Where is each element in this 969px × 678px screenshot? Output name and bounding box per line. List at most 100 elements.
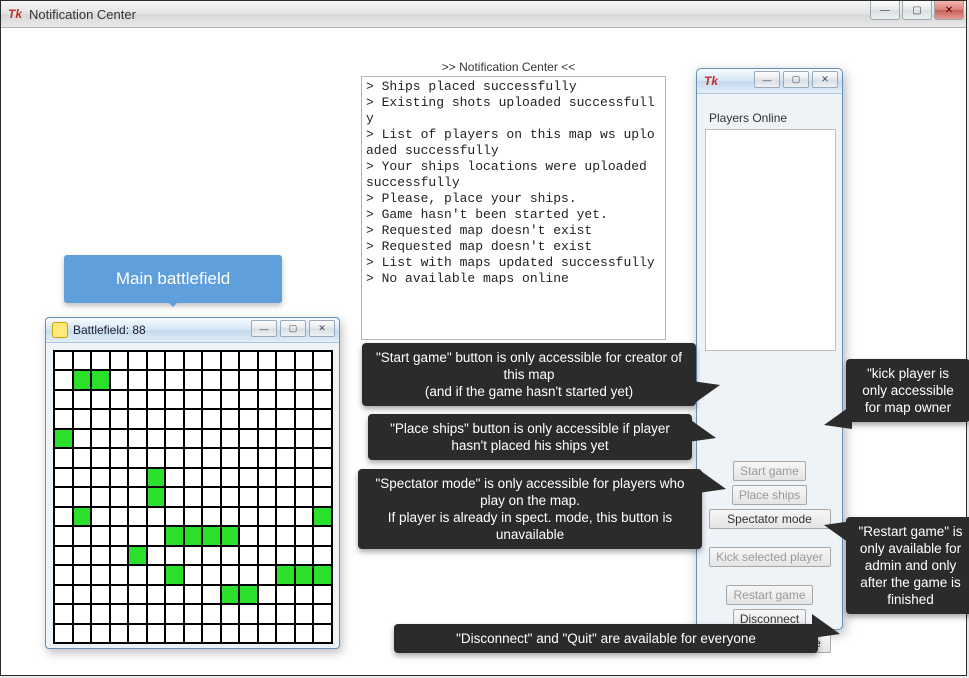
grid-cell[interactable]	[91, 507, 110, 526]
grid-cell[interactable]	[295, 370, 314, 389]
grid-cell[interactable]	[202, 585, 221, 604]
grid-cell[interactable]	[202, 487, 221, 506]
grid-cell[interactable]	[239, 487, 258, 506]
grid-cell[interactable]	[239, 546, 258, 565]
grid-cell[interactable]	[239, 370, 258, 389]
grid-cell[interactable]	[110, 585, 129, 604]
grid-cell[interactable]	[313, 390, 332, 409]
grid-cell[interactable]	[221, 390, 240, 409]
grid-cell[interactable]	[147, 390, 166, 409]
grid-cell[interactable]	[54, 507, 73, 526]
grid-cell[interactable]	[110, 604, 129, 623]
grid-cell[interactable]	[276, 351, 295, 370]
grid-cell[interactable]	[91, 565, 110, 584]
grid-cell[interactable]	[295, 448, 314, 467]
grid-cell[interactable]	[110, 351, 129, 370]
grid-cell[interactable]	[295, 351, 314, 370]
grid-cell[interactable]	[221, 448, 240, 467]
grid-cell[interactable]	[276, 409, 295, 428]
grid-cell[interactable]	[184, 351, 203, 370]
grid-cell[interactable]	[313, 526, 332, 545]
grid-cell[interactable]	[239, 507, 258, 526]
restart-game-button[interactable]: Restart game	[726, 585, 812, 605]
grid-cell[interactable]	[221, 526, 240, 545]
grid-cell[interactable]	[295, 604, 314, 623]
grid-cell[interactable]	[147, 624, 166, 643]
grid-cell[interactable]	[147, 565, 166, 584]
grid-cell[interactable]	[73, 448, 92, 467]
grid-cell[interactable]	[128, 390, 147, 409]
grid-cell[interactable]	[73, 351, 92, 370]
grid-cell[interactable]	[165, 448, 184, 467]
grid-cell[interactable]	[110, 546, 129, 565]
grid-cell[interactable]	[147, 526, 166, 545]
grid-cell[interactable]	[295, 507, 314, 526]
grid-cell[interactable]	[147, 468, 166, 487]
grid-cell[interactable]	[258, 409, 277, 428]
grid-cell[interactable]	[295, 468, 314, 487]
grid-cell[interactable]	[239, 468, 258, 487]
grid-cell[interactable]	[295, 390, 314, 409]
grid-cell[interactable]	[258, 507, 277, 526]
grid-cell[interactable]	[184, 370, 203, 389]
grid-cell[interactable]	[258, 546, 277, 565]
grid-cell[interactable]	[184, 487, 203, 506]
grid-cell[interactable]	[73, 546, 92, 565]
grid-cell[interactable]	[221, 487, 240, 506]
grid-cell[interactable]	[295, 526, 314, 545]
grid-cell[interactable]	[258, 390, 277, 409]
grid-cell[interactable]	[54, 448, 73, 467]
grid-cell[interactable]	[91, 390, 110, 409]
grid-cell[interactable]	[110, 487, 129, 506]
grid-cell[interactable]	[258, 526, 277, 545]
grid-cell[interactable]	[221, 585, 240, 604]
grid-cell[interactable]	[147, 351, 166, 370]
grid-cell[interactable]	[221, 507, 240, 526]
grid-cell[interactable]	[313, 624, 332, 643]
grid-cell[interactable]	[239, 390, 258, 409]
players-titlebar[interactable]: Tk — ▢ ✕	[697, 69, 842, 94]
grid-cell[interactable]	[147, 429, 166, 448]
grid-cell[interactable]	[313, 487, 332, 506]
grid-cell[interactable]	[54, 370, 73, 389]
grid-cell[interactable]	[202, 526, 221, 545]
grid-cell[interactable]	[202, 468, 221, 487]
grid-cell[interactable]	[276, 429, 295, 448]
grid-cell[interactable]	[202, 390, 221, 409]
grid-cell[interactable]	[184, 565, 203, 584]
grid-cell[interactable]	[221, 409, 240, 428]
grid-cell[interactable]	[202, 409, 221, 428]
grid-cell[interactable]	[221, 546, 240, 565]
grid-cell[interactable]	[221, 370, 240, 389]
grid-cell[interactable]	[54, 409, 73, 428]
grid-cell[interactable]	[165, 468, 184, 487]
grid-cell[interactable]	[91, 487, 110, 506]
grid-cell[interactable]	[128, 409, 147, 428]
grid-cell[interactable]	[91, 429, 110, 448]
battlefield-titlebar[interactable]: Battlefield: 88 — ▢ ✕	[46, 318, 339, 343]
grid-cell[interactable]	[276, 448, 295, 467]
grid-cell[interactable]	[54, 546, 73, 565]
grid-cell[interactable]	[91, 624, 110, 643]
players-maximize-button[interactable]: ▢	[783, 71, 809, 88]
grid-cell[interactable]	[54, 624, 73, 643]
grid-cell[interactable]	[128, 351, 147, 370]
grid-cell[interactable]	[147, 546, 166, 565]
grid-cell[interactable]	[54, 468, 73, 487]
grid-cell[interactable]	[313, 565, 332, 584]
grid-cell[interactable]	[165, 624, 184, 643]
battlefield-grid[interactable]	[53, 350, 333, 644]
grid-cell[interactable]	[110, 468, 129, 487]
grid-cell[interactable]	[147, 604, 166, 623]
grid-cell[interactable]	[128, 507, 147, 526]
grid-cell[interactable]	[239, 409, 258, 428]
grid-cell[interactable]	[258, 370, 277, 389]
grid-cell[interactable]	[313, 409, 332, 428]
grid-cell[interactable]	[73, 604, 92, 623]
grid-cell[interactable]	[239, 448, 258, 467]
grid-cell[interactable]	[54, 526, 73, 545]
grid-cell[interactable]	[313, 448, 332, 467]
grid-cell[interactable]	[202, 429, 221, 448]
grid-cell[interactable]	[184, 409, 203, 428]
grid-cell[interactable]	[54, 565, 73, 584]
